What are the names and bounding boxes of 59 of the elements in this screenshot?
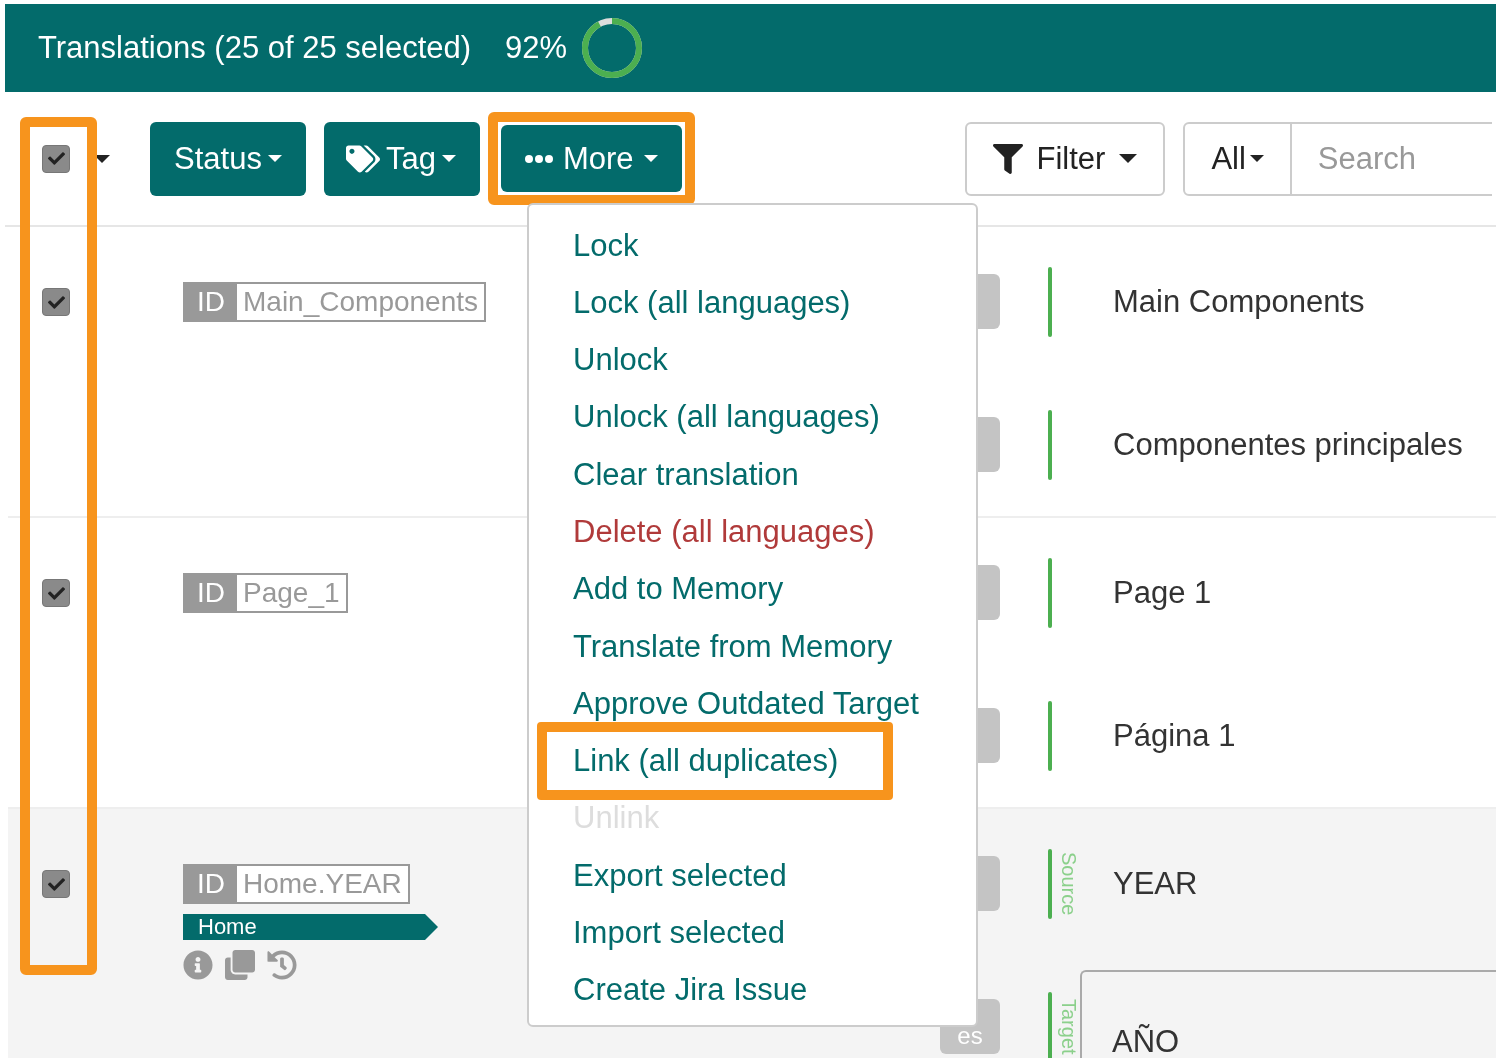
status-button[interactable]: Status [150, 121, 306, 196]
progress-percent: 92% [505, 30, 568, 66]
menu-item[interactable]: Unlock (all languages) [529, 400, 880, 435]
status-bar [1048, 848, 1052, 919]
checkmark-icon [47, 875, 65, 893]
tag-label[interactable]: Home [183, 914, 438, 940]
status-bar [1048, 409, 1052, 480]
status-bar [1048, 266, 1052, 337]
filter-icon [992, 143, 1023, 174]
header-title: Translations (25 of 25 selected) [38, 30, 472, 66]
caret-icon [1249, 155, 1264, 162]
menu-item[interactable]: Translate from Memory [529, 629, 893, 664]
status-bar [1048, 700, 1052, 771]
search-field[interactable]: Search [1291, 121, 1492, 196]
string-text: Main Components [1113, 283, 1365, 320]
menu-item[interactable]: Lock [529, 228, 639, 263]
side-label: Target [1057, 998, 1080, 1055]
dots-icon [524, 154, 553, 163]
menu-item[interactable]: Clear translation [529, 457, 799, 492]
menu-item[interactable]: Link (all duplicates) [537, 722, 893, 801]
menu-item[interactable]: Lock (all languages) [529, 285, 851, 320]
side-label: Source [1057, 851, 1080, 916]
caret-icon [643, 155, 658, 162]
info-icon[interactable] [183, 950, 213, 980]
menu-item[interactable]: Add to Memory [529, 572, 784, 607]
id-label: ID Page_1 [183, 573, 348, 613]
history-icon[interactable] [267, 950, 297, 980]
caret-icon [267, 155, 282, 162]
string-text: Page 1 [1113, 574, 1212, 611]
filter-button[interactable]: Filter [964, 121, 1166, 196]
more-button[interactable]: More [500, 125, 682, 192]
menu-item[interactable]: Import selected [529, 916, 785, 951]
menu-item[interactable]: Delete (all languages) [529, 515, 875, 550]
translation-field[interactable]: AÑO [1080, 970, 1496, 1058]
menu-item[interactable]: Approve Outdated Target [529, 686, 919, 721]
menu-item[interactable]: Unlock [529, 343, 668, 378]
status-bar [1048, 557, 1052, 628]
caret-icon [441, 155, 456, 162]
id-label: ID Main_Components [183, 282, 487, 322]
menu-item[interactable]: Export selected [529, 858, 787, 893]
checkmark-icon [47, 293, 65, 311]
row-checkbox[interactable] [42, 579, 70, 607]
copy-icon[interactable] [225, 950, 255, 980]
row-checkbox[interactable] [42, 870, 70, 898]
string-text: Página 1 [1113, 717, 1236, 754]
scope-dropdown[interactable]: All [1183, 121, 1292, 196]
menu-item[interactable]: Create Jira Issue [529, 973, 808, 1008]
row-checkbox[interactable] [42, 288, 70, 316]
tag-button[interactable]: Tag [323, 121, 480, 196]
checkmark-icon [47, 584, 65, 602]
id-label: ID Home.YEAR [183, 864, 410, 904]
caret-icon[interactable] [94, 154, 110, 163]
select-all-checkbox[interactable] [42, 144, 70, 173]
string-text: Componentes principales [1113, 426, 1463, 463]
checkmark-icon [47, 150, 65, 167]
caret-icon [1119, 154, 1138, 163]
string-text: YEAR [1113, 865, 1198, 902]
status-bar [1048, 991, 1052, 1058]
progress-ring-icon [581, 17, 644, 79]
